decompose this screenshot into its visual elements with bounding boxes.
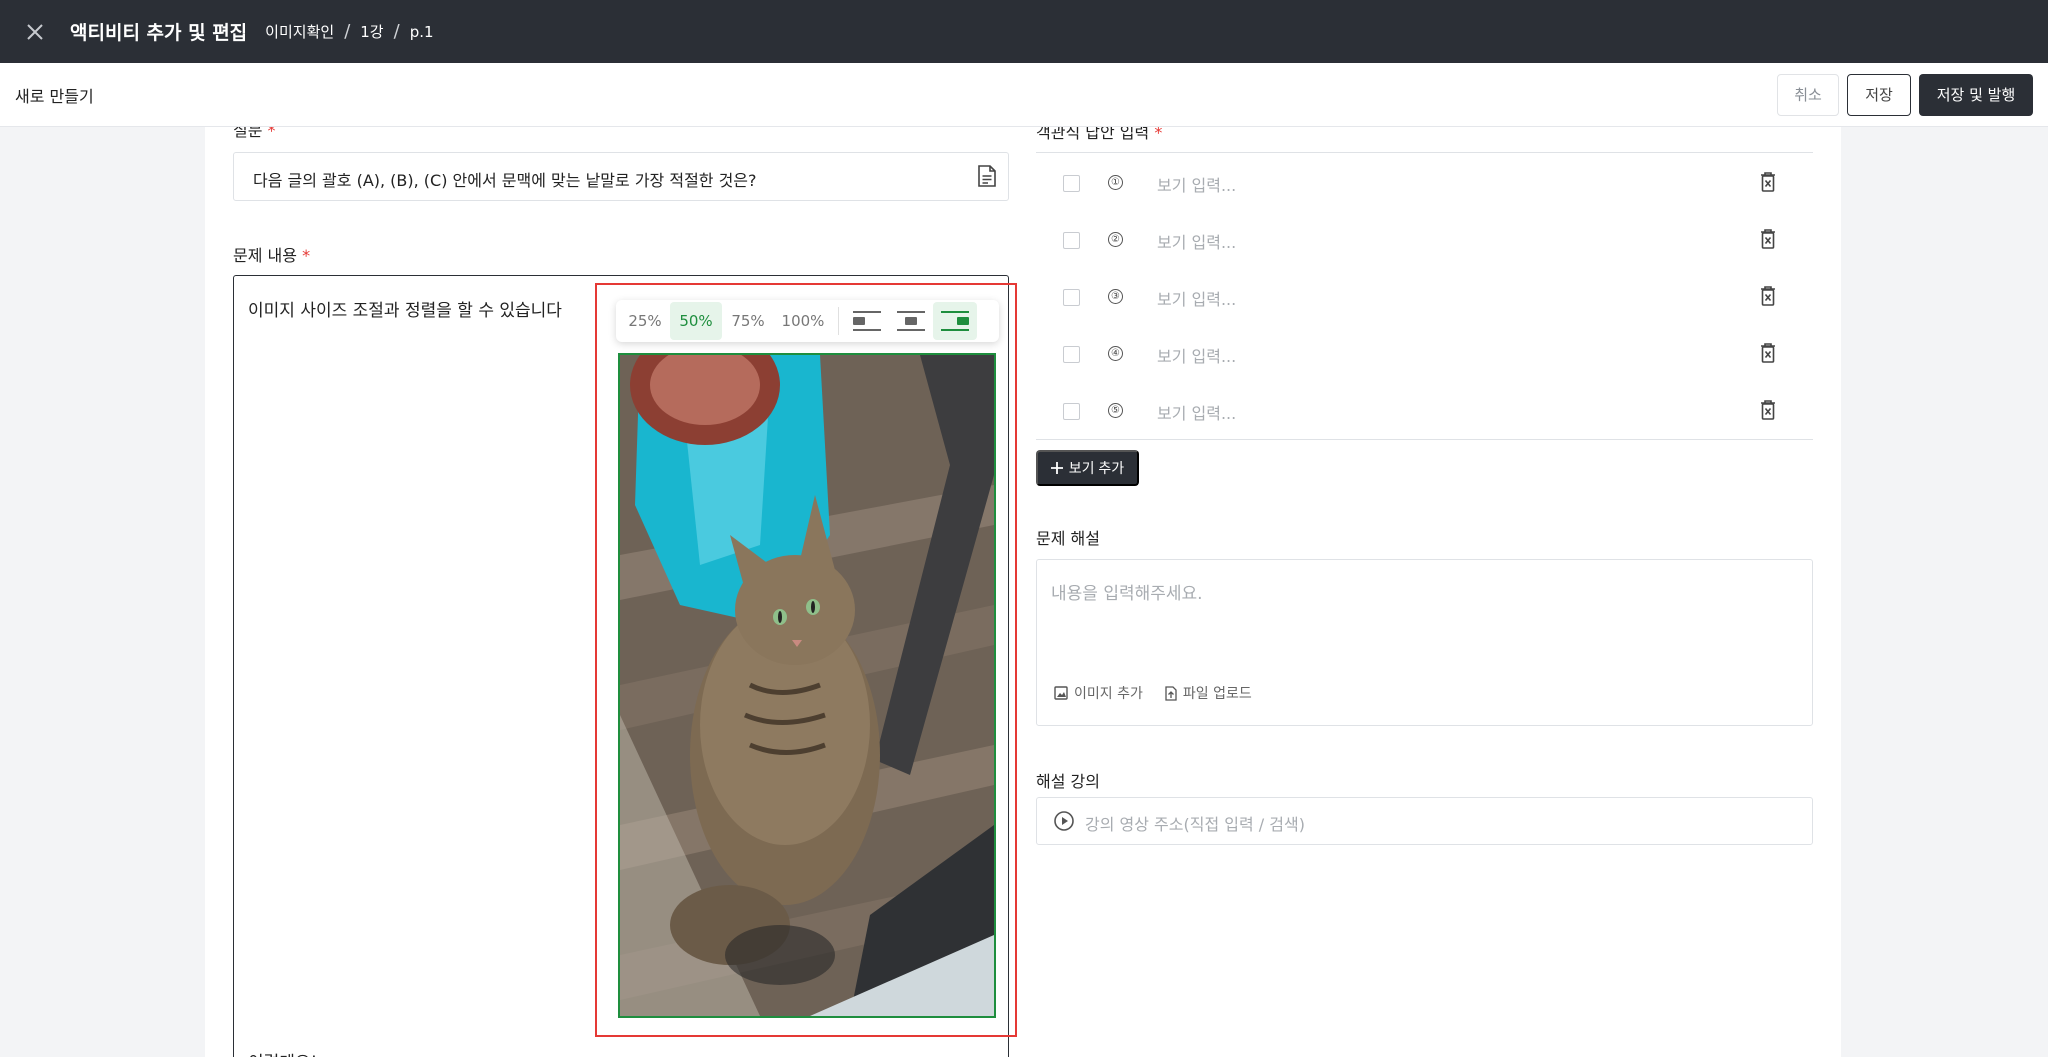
add-image-button[interactable]: 이미지 추가: [1054, 683, 1143, 703]
delete-choice-button[interactable]: [1760, 172, 1776, 196]
size-25-button[interactable]: 25%: [620, 302, 670, 340]
trash-icon: [1761, 343, 1775, 363]
choice-checkbox[interactable]: [1063, 403, 1080, 420]
add-choice-button[interactable]: 보기 추가: [1036, 450, 1139, 486]
choice-number: ⑤: [1108, 403, 1123, 418]
add-image-label: 이미지 추가: [1074, 686, 1143, 702]
explanation-label: 문제 해설: [1036, 529, 1100, 548]
cancel-button[interactable]: 취소: [1777, 73, 1839, 116]
breadcrumb-separator: /: [344, 21, 351, 42]
file-upload-button[interactable]: 파일 업로드: [1165, 683, 1252, 703]
choice-row: ② 보기 입력...: [1036, 211, 1812, 268]
cat-photo[interactable]: [618, 353, 996, 1018]
page-title: 액티비티 추가 및 편집: [70, 22, 248, 44]
delete-choice-button[interactable]: [1760, 343, 1776, 367]
choices-label: 객관식 답안 입력 *: [1036, 127, 1163, 142]
choice-input[interactable]: 보기 입력...: [1157, 286, 1236, 310]
lecture-label: 해설 강의: [1036, 772, 1100, 791]
toolbar-divider: [838, 307, 839, 335]
choice-row: ③ 보기 입력...: [1036, 268, 1812, 325]
choice-number: ④: [1108, 346, 1123, 361]
size-100-button[interactable]: 100%: [774, 302, 832, 340]
choice-row: ① 보기 입력...: [1036, 154, 1812, 211]
choice-input[interactable]: 보기 입력...: [1157, 229, 1236, 253]
trash-icon: [1761, 400, 1775, 420]
choice-input[interactable]: 보기 입력...: [1157, 172, 1236, 196]
plus-icon: [1050, 462, 1063, 474]
explanation-editor[interactable]: 내용을 입력해주세요. 이미지 추가 파일 업로드: [1036, 559, 1813, 726]
question-text: 다음 글의 괄호 (A), (B), (C) 안에서 문맥에 맞는 낱말로 가장…: [253, 171, 757, 190]
save-and-publish-button[interactable]: 저장 및 발행: [1919, 73, 2033, 116]
play-icon: [1054, 811, 1074, 835]
choice-checkbox[interactable]: [1063, 175, 1080, 192]
breadcrumb-item-lesson[interactable]: 1강: [360, 21, 383, 42]
choice-number: ①: [1108, 175, 1123, 190]
content-text-line: 이미지 사이즈 조절과 정렬을 할 수 있습니다: [248, 301, 562, 321]
delete-choice-button[interactable]: [1760, 286, 1776, 310]
content-text-line: 이렇게요!: [248, 1048, 317, 1057]
breadcrumb-separator: /: [393, 21, 400, 42]
action-bar: 새로 만들기 취소 저장 저장 및 발행: [0, 63, 2048, 127]
mode-label: 새로 만들기: [15, 86, 94, 106]
choice-row: ⑤ 보기 입력...: [1036, 382, 1812, 439]
choice-input[interactable]: 보기 입력...: [1157, 343, 1236, 367]
choice-input[interactable]: 보기 입력...: [1157, 400, 1236, 424]
top-bar: 액티비티 추가 및 편집 이미지확인 / 1강 / p.1: [0, 0, 2048, 63]
add-choice-label: 보기 추가: [1068, 460, 1125, 476]
explanation-toolbar: 이미지 추가 파일 업로드: [1054, 683, 1252, 703]
align-left-icon: [853, 311, 881, 331]
lecture-url-input[interactable]: 강의 영상 주소(직접 입력 / 검색): [1036, 797, 1813, 845]
choice-checkbox[interactable]: [1063, 346, 1080, 363]
question-input[interactable]: 다음 글의 괄호 (A), (B), (C) 안에서 문맥에 맞는 낱말로 가장…: [233, 152, 1009, 201]
divider: [1036, 439, 1813, 440]
question-label: 질문 *: [233, 127, 276, 140]
close-button[interactable]: [0, 0, 70, 63]
delete-choice-button[interactable]: [1760, 400, 1776, 424]
breadcrumb-item-course[interactable]: 이미지확인: [265, 21, 334, 42]
size-50-button[interactable]: 50%: [670, 302, 722, 340]
divider: [1036, 152, 1813, 153]
explanation-placeholder: 내용을 입력해주세요.: [1051, 584, 1203, 604]
file-upload-label: 파일 업로드: [1182, 686, 1252, 702]
editor-panel: 질문 * 다음 글의 괄호 (A), (B), (C) 안에서 문맥에 맞는 낱…: [205, 127, 1841, 1057]
breadcrumb: 이미지확인 / 1강 / p.1: [265, 21, 433, 42]
align-right-icon: [941, 311, 969, 331]
choice-row: ④ 보기 입력...: [1036, 325, 1812, 382]
content-label: 문제 내용 *: [233, 246, 311, 265]
close-icon: [27, 23, 43, 40]
save-button[interactable]: 저장: [1847, 73, 1911, 116]
choice-number: ②: [1108, 232, 1123, 247]
lecture-url-placeholder: 강의 영상 주소(직접 입력 / 검색): [1085, 815, 1305, 834]
align-left-button[interactable]: [845, 302, 889, 340]
choice-number: ③: [1108, 289, 1123, 304]
image-icon: [1054, 686, 1068, 700]
breadcrumb-item-page[interactable]: p.1: [410, 23, 434, 41]
choice-checkbox[interactable]: [1063, 232, 1080, 249]
image-selection-outline[interactable]: 25% 50% 75% 100%: [595, 283, 1017, 1037]
trash-icon: [1761, 229, 1775, 249]
document-icon[interactable]: [978, 165, 996, 191]
trash-icon: [1761, 286, 1775, 306]
file-upload-icon: [1165, 685, 1177, 701]
action-buttons: 취소 저장 저장 및 발행: [1777, 73, 2033, 116]
choice-checkbox[interactable]: [1063, 289, 1080, 306]
align-right-button[interactable]: [933, 302, 977, 340]
image-toolbar: 25% 50% 75% 100%: [616, 300, 999, 342]
trash-icon: [1761, 172, 1775, 192]
size-75-button[interactable]: 75%: [722, 302, 774, 340]
align-center-button[interactable]: [889, 302, 933, 340]
delete-choice-button[interactable]: [1760, 229, 1776, 253]
align-center-icon: [897, 311, 925, 331]
